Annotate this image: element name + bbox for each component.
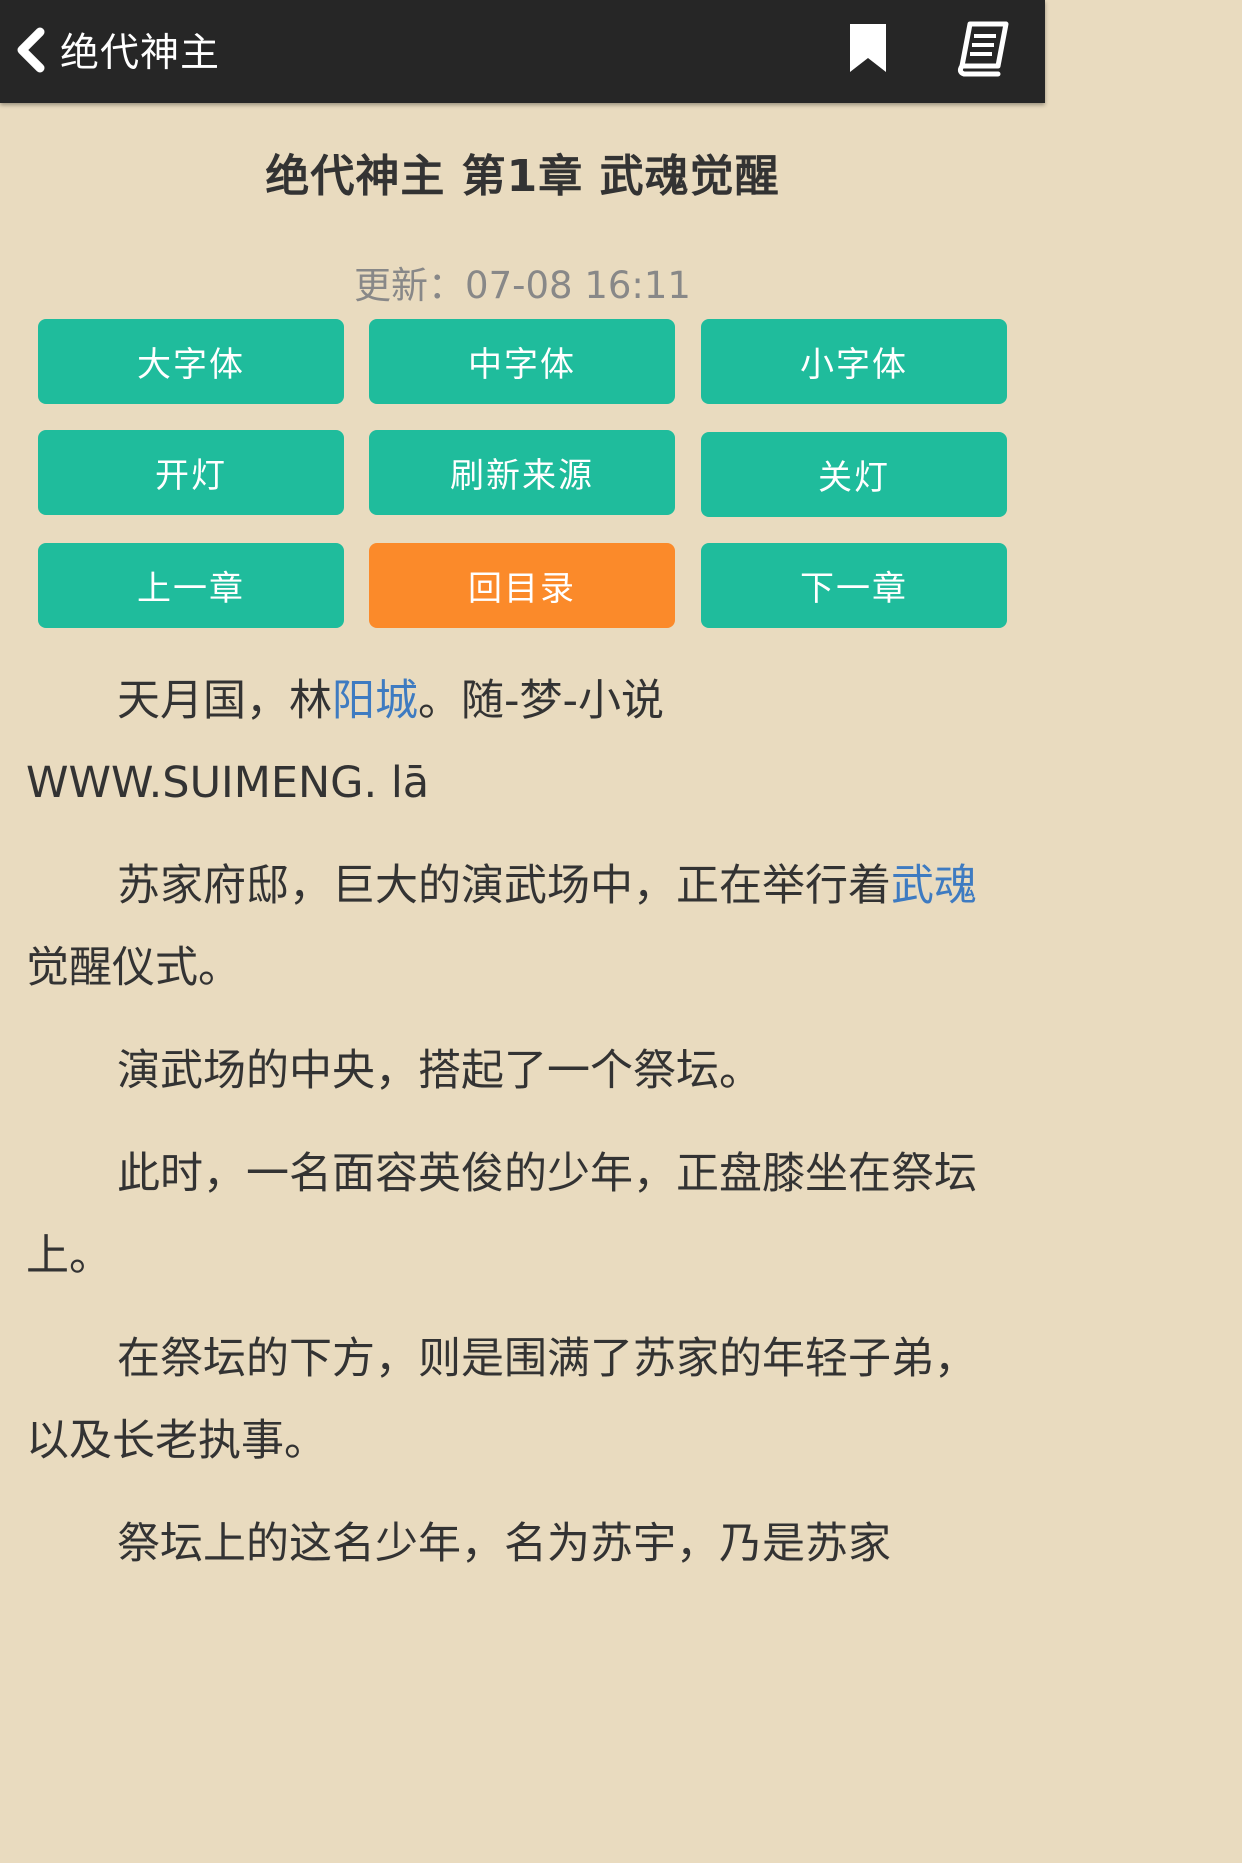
keyword-link[interactable]: 武魂 — [891, 861, 977, 911]
refresh-source-button[interactable]: 刷新来源 — [369, 430, 675, 515]
keyword-link[interactable]: 阳城 — [332, 676, 418, 726]
medium-font-button[interactable]: 中字体 — [369, 319, 675, 404]
paragraph: 苏家府邸，巨大的演武场中，正在举行着武魂觉醒仪式。 — [26, 861, 977, 993]
prev-chapter-button[interactable]: 上一章 — [38, 543, 344, 628]
bookmark-button[interactable] — [838, 18, 898, 78]
paragraph: 祭坛上的这名少年，名为苏宇，乃是苏家 — [117, 1519, 891, 1569]
top-navigation-bar: 绝代神主 — [0, 0, 1045, 103]
table-of-contents-button[interactable]: 回目录 — [369, 543, 675, 628]
paragraph: 演武场的中央，搭起了一个祭坛。 — [117, 1046, 762, 1096]
back-button[interactable]: 绝代神主 — [12, 12, 220, 88]
large-font-button[interactable]: 大字体 — [38, 319, 344, 404]
paragraph: 在祭坛的下方，则是围满了苏家的年轻子弟，以及长老执事。 — [26, 1334, 977, 1466]
chapter-content: 天月国，林阳城。随-梦-小说 WWW.SUIMENG. lā 苏家府邸，巨大的演… — [26, 660, 986, 1606]
app-title: 绝代神主 — [60, 31, 221, 76]
small-font-button[interactable]: 小字体 — [701, 319, 1007, 404]
chapter-title: 绝代神主 第1章 武魂觉醒 — [265, 151, 780, 202]
paragraph: 天月国，林阳城。随-梦-小说 WWW.SUIMENG. lā — [26, 676, 665, 808]
paragraph: 此时，一名面容英俊的少年，正盘膝坐在祭坛上。 — [26, 1149, 977, 1281]
next-chapter-button[interactable]: 下一章 — [701, 543, 1007, 628]
chevron-left-icon — [17, 27, 45, 73]
light-on-button[interactable]: 开灯 — [38, 430, 344, 515]
light-off-button[interactable]: 关灯 — [701, 432, 1007, 517]
bookmark-icon — [850, 24, 886, 72]
update-time: 更新：07-08 16:11 — [354, 264, 691, 307]
book-icon — [957, 21, 1009, 77]
bookshelf-button[interactable] — [952, 18, 1012, 78]
